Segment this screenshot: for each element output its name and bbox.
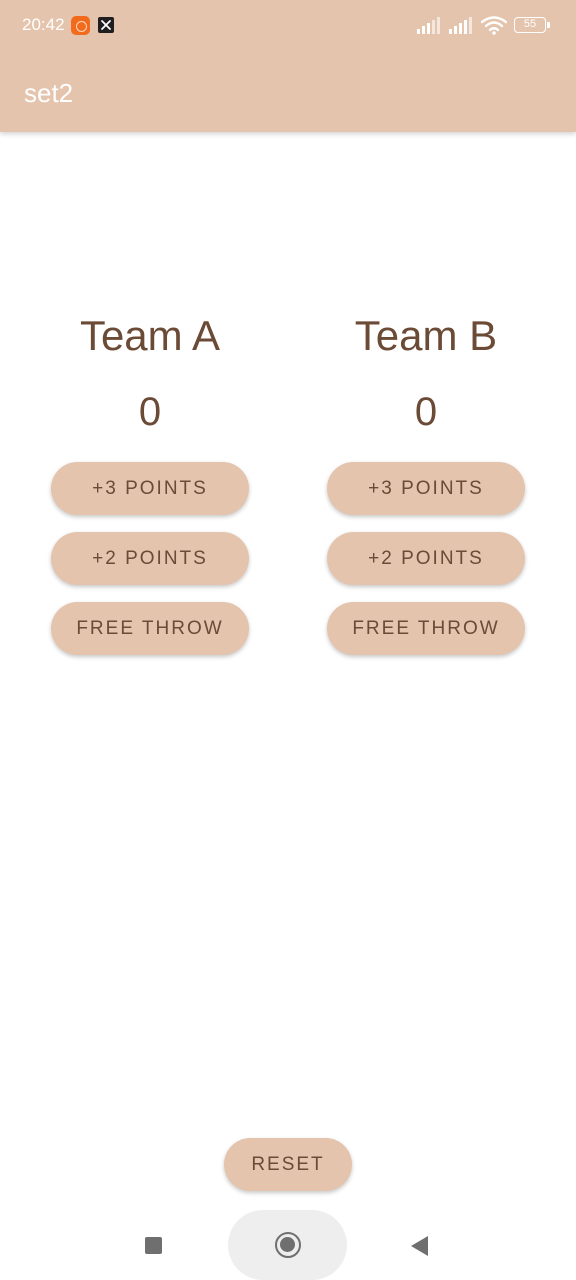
tool-notification-icon (98, 17, 114, 33)
team-b-plus-3-button[interactable]: +3 POINTS (327, 462, 525, 515)
back-icon[interactable] (411, 1236, 428, 1256)
team-a-name: Team A (79, 312, 221, 359)
team-b-plus-2-button[interactable]: +2 POINTS (327, 532, 525, 585)
team-b-free-throw-button[interactable]: FREE THROW (327, 602, 525, 655)
scoreboard-screen: 20:42 55 set2 Team A 0 +3 POINTS +2 POIN… (0, 0, 576, 1280)
app-bar: 20:42 55 set2 (0, 0, 576, 132)
app-notification-icon (71, 16, 90, 35)
app-title: set2 (24, 78, 74, 108)
recents-icon[interactable] (145, 1237, 162, 1254)
signal-icon (449, 17, 472, 34)
team-b-name: Team B (354, 312, 498, 359)
home-icon[interactable] (275, 1232, 301, 1258)
battery-level: 55 (523, 18, 537, 30)
team-a-plus-2-button[interactable]: +2 POINTS (51, 532, 249, 585)
reset-button[interactable]: RESET (224, 1138, 352, 1191)
battery-icon: 55 (514, 17, 550, 33)
team-b-column: Team B 0 +3 POINTS +2 POINTS FREE THROW (326, 308, 526, 655)
signal-icon (417, 17, 440, 34)
status-bar: 20:42 55 (0, 0, 576, 52)
navigation-bar (0, 1210, 576, 1280)
team-a-column: Team A 0 +3 POINTS +2 POINTS FREE THROW (50, 308, 250, 655)
team-a-score: 0 (138, 390, 162, 434)
team-a-plus-3-button[interactable]: +3 POINTS (51, 462, 249, 515)
team-b-score: 0 (414, 390, 438, 434)
wifi-icon (481, 16, 507, 35)
team-a-free-throw-button[interactable]: FREE THROW (51, 602, 249, 655)
status-time: 20:42 (22, 15, 65, 34)
